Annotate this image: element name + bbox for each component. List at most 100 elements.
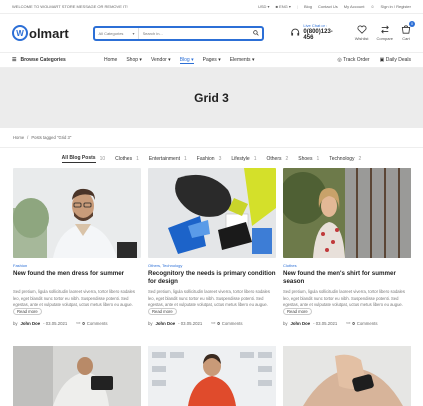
- currency-select[interactable]: USD ▾: [258, 4, 270, 9]
- breadcrumb: Home / Posts tagged "Grid 3": [0, 128, 423, 148]
- post-title[interactable]: Recognitory the needs is primary conditi…: [148, 270, 276, 287]
- smartwatch-image: [283, 346, 411, 406]
- menu-icon: ☰: [12, 57, 17, 63]
- breadcrumb-current: Posts tagged "Grid 3": [31, 135, 72, 140]
- header: W olmart All Categories▾ Live Chat or :0…: [0, 14, 423, 52]
- heart-icon: [357, 25, 367, 34]
- post-excerpt: Sed pretium, ligula sollicitudin laoreet…: [13, 289, 135, 315]
- top-bar: WELCOME TO WOLMART STORE MESSAGE OR REMO…: [0, 0, 423, 14]
- nav-shop[interactable]: Shop ▾: [126, 57, 142, 63]
- post-card: Clothes New found the men's shirt for su…: [283, 168, 411, 326]
- post-image[interactable]: [148, 346, 276, 406]
- post-title[interactable]: New found the men's shirt for summer sea…: [283, 270, 411, 287]
- filter-technology[interactable]: Technology 2: [329, 156, 361, 162]
- posts-grid-row-2: [13, 346, 411, 406]
- woman-portrait-image: [283, 168, 411, 258]
- nav-right: ◎ Track Order ▣ Daily Deals: [337, 57, 411, 63]
- location-icon: ◎: [337, 57, 342, 63]
- filter-fashion[interactable]: Fashion 3: [197, 156, 222, 162]
- post-author[interactable]: John Doe: [156, 321, 176, 326]
- account-link[interactable]: My Account: [344, 4, 365, 9]
- nav-pages[interactable]: Pages ▾: [203, 57, 221, 63]
- post-category[interactable]: Clothes: [283, 263, 411, 269]
- filter-others[interactable]: Others 2: [266, 156, 288, 162]
- post-meta: by John Doe - 03.05.2021 ▭ 0 Comments: [148, 320, 243, 326]
- post-date: - 03.05.2021: [43, 320, 68, 326]
- browse-categories-button[interactable]: ☰ Browse Categories: [12, 57, 98, 63]
- signin-link[interactable]: Sign in / Register: [381, 4, 411, 9]
- contact-link[interactable]: Contact Us: [318, 4, 338, 9]
- filter-entertainment[interactable]: Entertainment 1: [149, 156, 187, 162]
- tag-icon: ▣: [379, 57, 385, 63]
- post-category[interactable]: Fashion: [13, 263, 141, 269]
- daily-deals-link[interactable]: ▣ Daily Deals: [380, 57, 411, 63]
- post-image[interactable]: [148, 168, 276, 258]
- post-date: - 03.05.2021: [313, 320, 338, 326]
- nav-vendor[interactable]: Vendor ▾: [151, 57, 171, 63]
- shoe-store-image: [148, 346, 276, 406]
- comment-icon: ▭: [211, 320, 216, 325]
- post-excerpt: Sed pretium, ligula sollicitudin laoreet…: [148, 289, 270, 315]
- nav-home[interactable]: Home: [104, 57, 117, 63]
- post-card: Fashion New found the men dress for summ…: [13, 168, 141, 326]
- logo-mark: W: [12, 25, 28, 41]
- nav-elements[interactable]: Elements ▾: [230, 57, 255, 63]
- live-chat[interactable]: Live Chat or :0(800)123-456: [290, 23, 341, 42]
- post-comments[interactable]: ▭ 0 Comments: [346, 320, 377, 326]
- post-author[interactable]: John Doe: [21, 321, 41, 326]
- breadcrumb-separator: /: [27, 135, 29, 140]
- headset-icon: [291, 29, 300, 37]
- search-category-select[interactable]: All Categories ▾: [95, 27, 139, 39]
- read-more-button[interactable]: Read more: [13, 307, 42, 315]
- phone-number: 0(800)123-456: [303, 28, 333, 42]
- page-title: Grid 3: [194, 91, 229, 105]
- post-meta: by John Doe - 03.05.2021 ▭ 0 Comments: [13, 320, 108, 326]
- filter-all[interactable]: All Blog Posts 10: [61, 155, 105, 163]
- man-portrait-image: [13, 168, 141, 258]
- divider: |: [296, 4, 298, 9]
- post-comments[interactable]: ▭ 0 Comments: [76, 320, 107, 326]
- comment-icon: ▭: [76, 320, 81, 325]
- blog-link[interactable]: Blog: [304, 4, 312, 9]
- logo-text: olmart: [29, 25, 69, 41]
- filter-shoes[interactable]: Shoes 1: [298, 156, 319, 162]
- posts-grid: Fashion New found the men dress for summ…: [13, 168, 411, 326]
- top-links: USD ▾ ■ ENG ▾ | Blog Contact Us My Accou…: [258, 4, 411, 9]
- search-bar: All Categories ▾: [92, 25, 264, 41]
- comment-icon: ▭: [346, 320, 351, 325]
- post-card: Others, Technology Recognitory the needs…: [148, 168, 276, 326]
- breadcrumb-home[interactable]: Home: [13, 135, 24, 140]
- post-image[interactable]: [283, 346, 411, 406]
- post-date: - 03.05.2021: [178, 320, 203, 326]
- track-order-link[interactable]: ◎ Track Order: [337, 57, 369, 63]
- read-more-button[interactable]: Read more: [283, 307, 312, 315]
- blog-filters: All Blog Posts 10 Clothes 1 Entertainment 1…: [0, 148, 423, 170]
- header-icons: Wishlist Compare 0 Cart: [355, 21, 415, 41]
- logo[interactable]: W olmart: [12, 25, 81, 41]
- post-image[interactable]: [13, 346, 141, 406]
- compare-button[interactable]: Compare: [377, 25, 393, 41]
- search-button[interactable]: [250, 30, 262, 36]
- filter-clothes[interactable]: Clothes 1: [115, 156, 139, 162]
- nav-blog[interactable]: Blog ▾: [179, 57, 194, 64]
- post-comments[interactable]: ▭ 0 Comments: [211, 320, 242, 326]
- search-input[interactable]: [138, 30, 250, 36]
- chevron-down-icon: ▾: [132, 30, 135, 36]
- post-excerpt: Sed pretium, ligula sollicitudin laoreet…: [283, 289, 405, 315]
- wishlist-button[interactable]: Wishlist: [355, 25, 369, 41]
- cart-count-badge: 0: [409, 21, 415, 27]
- post-title[interactable]: New found the men dress for summer: [13, 270, 141, 287]
- filter-lifestyle[interactable]: Lifestyle 1: [231, 156, 256, 162]
- post-author[interactable]: John Doe: [291, 321, 311, 326]
- nav-menu: Home Shop ▾ Vendor ▾ Blog ▾ Pages ▾ Elem…: [104, 57, 254, 64]
- post-image[interactable]: [13, 168, 141, 258]
- post-category[interactable]: Others, Technology: [148, 263, 276, 269]
- language-select[interactable]: ■ ENG ▾: [276, 4, 291, 9]
- gadgets-image: [148, 168, 276, 258]
- welcome-text: WELCOME TO WOLMART STORE MESSAGE OR REMO…: [12, 4, 128, 9]
- user-icon: ☺: [370, 4, 375, 9]
- cart-button[interactable]: 0 Cart: [401, 21, 415, 41]
- read-more-button[interactable]: Read more: [148, 307, 177, 315]
- search-icon: [253, 30, 259, 36]
- post-image[interactable]: [283, 168, 411, 258]
